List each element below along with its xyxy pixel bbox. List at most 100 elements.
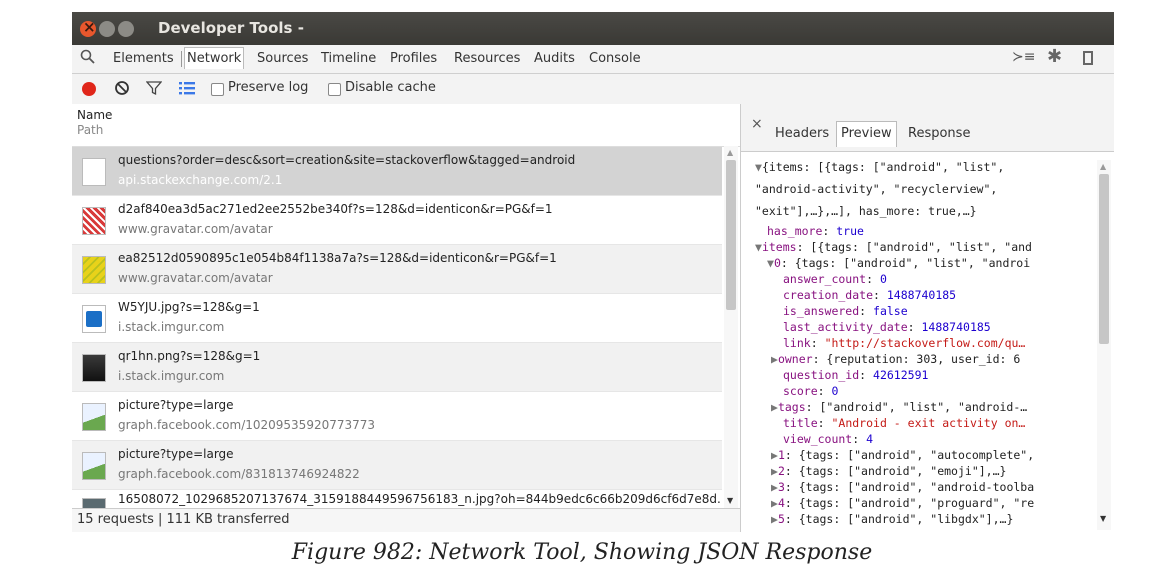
request-name: picture?type=large	[118, 447, 234, 461]
request-name: questions?order=desc&sort=creation&site=…	[118, 153, 576, 167]
tab-elements[interactable]: Elements	[113, 51, 174, 66]
tab-timeline[interactable]: Timeline	[321, 51, 376, 66]
document-icon	[82, 158, 106, 186]
json-property[interactable]: ▶2: {tags: ["android", "emoji"],…}	[771, 464, 1006, 478]
json-property[interactable]: ▼0: {tags: ["android", "list", "androi	[767, 256, 1030, 270]
maximize-window-button[interactable]	[118, 21, 134, 37]
json-property[interactable]: ▶4: {tags: ["android", "proguard", "re	[771, 496, 1034, 510]
request-host: api.stackexchange.com/2.1	[118, 173, 283, 187]
request-name: qr1hn.png?s=128&g=1	[118, 349, 261, 363]
request-host: i.stack.imgur.com	[118, 369, 225, 383]
detail-panel: × Headers Preview Response ▼{items: [{ta…	[740, 104, 1114, 532]
json-property: score: 0	[783, 384, 839, 398]
identicon-red-icon	[82, 207, 106, 235]
json-property: has_more: true	[767, 224, 864, 238]
json-property: link: "http://stackoverflow.com/qu…	[783, 336, 1026, 350]
json-property: view_count: 4	[783, 432, 874, 446]
tab-sources[interactable]: Sources	[257, 51, 308, 66]
tab-console[interactable]: Console	[589, 51, 641, 66]
broken-image-icon	[82, 452, 106, 480]
json-property[interactable]: ▶5: {tags: ["android", "libgdx"],…}	[771, 512, 1013, 526]
detail-tabs-bar: × Headers Preview Response	[741, 104, 1114, 152]
request-row[interactable]: picture?type=large graph.facebook.com/10…	[72, 392, 722, 441]
request-name: d2af840ea3d5ac271ed2ee2552be340f?s=128&d…	[118, 202, 553, 216]
json-property[interactable]: ▶owner: {reputation: 303, user_id: 6	[771, 352, 1020, 366]
gear-icon[interactable]: ✱	[1047, 46, 1062, 67]
scrollbar-thumb[interactable]	[726, 160, 736, 310]
title-bar: Developer Tools -	[72, 12, 1114, 45]
json-root-line: "android-activity", "recyclerview",	[755, 182, 998, 196]
disable-cache-checkbox[interactable]	[328, 83, 341, 96]
tab-audits[interactable]: Audits	[534, 51, 575, 66]
scrollbar-thumb[interactable]	[1099, 174, 1109, 344]
requests-scrollbar[interactable]: ▲ ▼	[724, 146, 738, 508]
json-property: is_answered: false	[783, 304, 908, 318]
scroll-up-arrow[interactable]: ▲	[1100, 162, 1106, 171]
request-row[interactable]: ea82512d0590895c1e054b84f1138a7a?s=128&d…	[72, 245, 722, 294]
tab-profiles[interactable]: Profiles	[390, 51, 437, 66]
tab-response[interactable]: Response	[908, 126, 970, 141]
minimize-window-button[interactable]	[99, 21, 115, 37]
request-row[interactable]: qr1hn.png?s=128&g=1 i.stack.imgur.com	[72, 343, 722, 392]
request-row[interactable]: picture?type=large graph.facebook.com/83…	[72, 441, 722, 490]
tab-preview[interactable]: Preview	[836, 121, 897, 147]
json-property: last_activity_date: 1488740185	[783, 320, 991, 334]
json-root-line: "exit"],…},…], has_more: true,…}	[755, 204, 977, 218]
tab-network[interactable]: Network	[184, 47, 245, 69]
request-name: ea82512d0590895c1e054b84f1138a7a?s=128&d…	[118, 251, 557, 265]
identicon-yellow-icon	[82, 256, 106, 284]
request-host: i.stack.imgur.com	[118, 320, 225, 334]
json-property: creation_date: 1488740185	[783, 288, 957, 302]
network-controls-bar: Preserve log Disable cache	[72, 74, 1114, 105]
preview-scrollbar[interactable]: ▲ ▼	[1097, 160, 1111, 530]
scroll-down-arrow[interactable]: ▼	[1100, 514, 1106, 523]
devtools-window: Developer Tools - Elements Network Sourc…	[72, 12, 1114, 532]
status-bar: 15 requests | 111 KB transferred	[72, 508, 740, 532]
requests-panel: Name Path questions?order=desc&sort=crea…	[72, 104, 740, 532]
json-property: question_id: 42612591	[783, 368, 929, 382]
request-host: graph.facebook.com/831813746924822	[118, 467, 360, 481]
close-window-button[interactable]	[80, 18, 96, 37]
scroll-down-arrow[interactable]: ▼	[727, 496, 733, 505]
preserve-log-label: Preserve log	[228, 80, 309, 95]
preserve-log-checkbox[interactable]	[211, 83, 224, 96]
json-property: answer_count: 0	[783, 272, 887, 286]
blue-avatar-icon	[82, 305, 106, 333]
request-host: www.gravatar.com/avatar	[118, 222, 273, 236]
request-row[interactable]: d2af840ea3d5ac271ed2ee2552be340f?s=128&d…	[72, 196, 722, 245]
json-property[interactable]: ▼items: [{tags: ["android", "list", "and	[755, 240, 1032, 254]
photo-avatar-icon	[82, 354, 106, 382]
disable-cache-label: Disable cache	[345, 80, 436, 95]
json-property[interactable]: ▶1: {tags: ["android", "autocomplete",	[771, 448, 1034, 462]
request-name: 16508072_1029685207137674_31591884495967…	[118, 492, 722, 506]
json-property[interactable]: ▶3: {tags: ["android", "android-toolba	[771, 480, 1034, 494]
scroll-up-arrow[interactable]: ▲	[727, 148, 733, 157]
requests-summary: 15 requests | 111 KB transferred	[77, 512, 290, 527]
clear-icon[interactable]	[113, 79, 131, 101]
request-name: picture?type=large	[118, 398, 234, 412]
request-row[interactable]: 16508072_1029685207137674_31591884495967…	[72, 490, 722, 508]
filter-icon[interactable]	[145, 80, 163, 100]
broken-image-icon	[82, 403, 106, 431]
request-row[interactable]: W5YJU.jpg?s=128&g=1 i.stack.imgur.com	[72, 294, 722, 343]
json-property: title: "Android - exit activity on…	[783, 416, 1026, 430]
tab-headers[interactable]: Headers	[775, 126, 829, 141]
dock-side-icon[interactable]	[1083, 51, 1093, 65]
requests-column-header[interactable]: Name Path	[72, 104, 740, 147]
json-root-line[interactable]: ▼{items: [{tags: ["android", "list",	[755, 160, 1004, 174]
tab-resources[interactable]: Resources	[454, 51, 520, 66]
drawer-console-icon[interactable]: ≻≡	[1012, 49, 1035, 65]
column-name-label: Name	[77, 108, 113, 122]
request-host: graph.facebook.com/10209535920773773	[118, 418, 376, 432]
column-path-label: Path	[77, 123, 104, 137]
figure-caption: Figure 982: Network Tool, Showing JSON R…	[291, 540, 873, 565]
panel-tabs-bar: Elements Network Sources Timeline Profil…	[72, 45, 1114, 74]
request-name: W5YJU.jpg?s=128&g=1	[118, 300, 260, 314]
close-icon[interactable]: ×	[751, 116, 763, 132]
record-icon[interactable]	[82, 82, 96, 96]
image-icon	[82, 498, 106, 508]
json-property[interactable]: ▶tags: ["android", "list", "android-…	[771, 400, 1027, 414]
search-icon[interactable]	[80, 48, 96, 70]
request-row[interactable]: questions?order=desc&sort=creation&site=…	[72, 147, 722, 196]
list-view-icon[interactable]	[179, 81, 195, 99]
